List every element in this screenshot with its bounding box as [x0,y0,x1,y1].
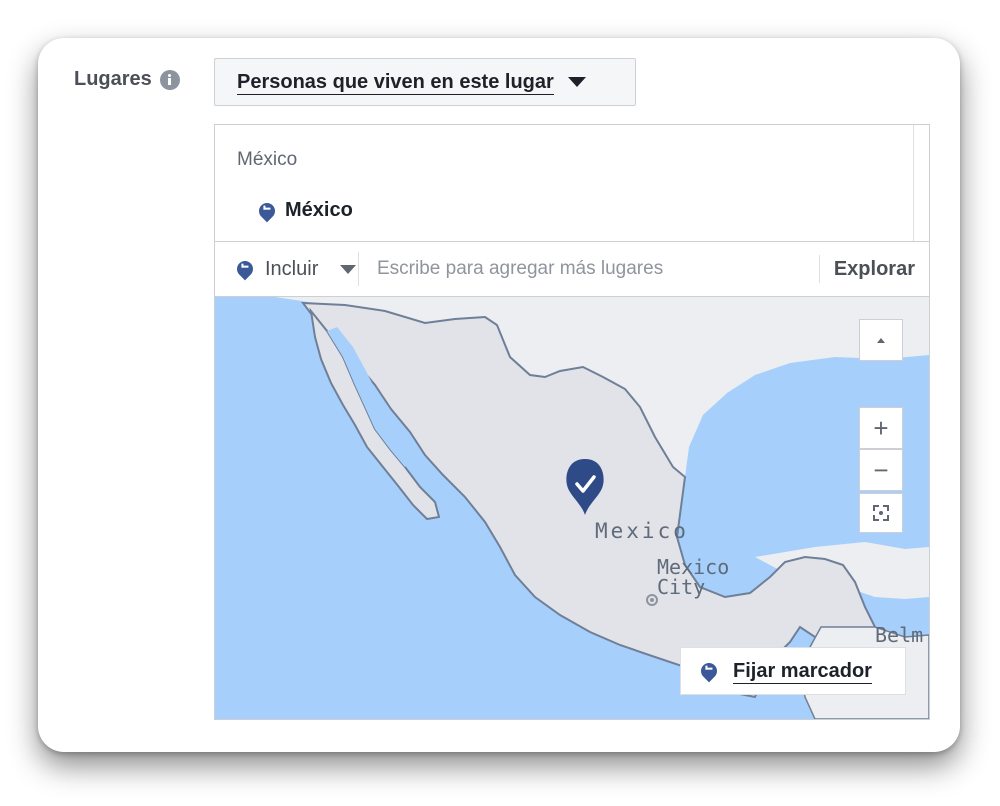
map-country-label: Mexico [595,519,689,543]
recenter-icon [873,505,889,521]
caret-down-icon [340,264,357,274]
drop-pin-label: Fijar marcador [733,659,872,684]
caret-down-icon [567,77,586,87]
selected-location-name: México [285,199,353,221]
explore-button[interactable]: Explorar [818,255,929,283]
location-panel: México México Incluir Explorar [214,124,930,720]
location-search-row: Incluir Explorar [215,241,929,297]
location-pin-icon [255,199,279,222]
zoom-in-button[interactable]: + [859,407,903,449]
info-icon[interactable] [159,69,180,90]
drop-pin-button[interactable]: Fijar marcador [680,647,906,695]
selected-group-label: México [237,149,298,170]
places-label-text: Lugares [74,68,152,90]
selected-location-item[interactable]: México [255,199,353,222]
location-map[interactable]: Mexico Mexico City Belm + − Fijar marcad… [215,297,929,719]
places-label: Lugares [74,68,180,91]
location-targeting-card: Lugares Personas que viven en este lugar… [38,38,960,752]
audience-location-dropdown[interactable]: Personas que viven en este lugar [214,58,636,106]
include-mode-label: Incluir [265,257,319,280]
recenter-button[interactable] [859,493,903,533]
chevron-up-icon [877,337,885,343]
map-edge-label: Belm [875,623,924,647]
location-search-input[interactable] [359,248,819,290]
zoom-out-button[interactable]: − [859,449,903,491]
map-city-label-line2: City [657,575,706,599]
location-pin-icon [233,257,257,281]
audience-location-dropdown-label: Personas que viven en este lugar [237,70,554,95]
location-pin-icon [697,659,721,683]
collapse-map-button[interactable] [859,319,903,361]
selected-locations-list: México México [215,125,914,241]
include-exclude-dropdown[interactable]: Incluir [215,252,359,286]
